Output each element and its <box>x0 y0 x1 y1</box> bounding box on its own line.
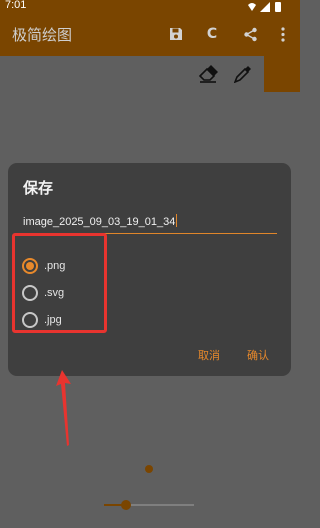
filename-input[interactable]: image_2025_09_03_19_01_34 <box>23 210 277 234</box>
cancel-button[interactable]: 取消 <box>198 347 220 363</box>
battery-icon <box>275 2 281 12</box>
share-icon[interactable] <box>241 25 259 43</box>
wifi-icon <box>248 3 256 11</box>
filename-text: image_2025_09_03_19_01_34 <box>23 216 176 228</box>
status-icons <box>248 2 281 12</box>
status-bar: 7:01 <box>0 0 300 14</box>
text-caret <box>176 214 178 227</box>
app-bar: 极简绘图 C <box>0 14 300 56</box>
brush-size-slider-thumb[interactable] <box>121 500 131 510</box>
more-vert-icon[interactable] <box>274 25 292 43</box>
clear-icon[interactable]: C <box>203 25 221 43</box>
app-title: 极简绘图 <box>12 26 73 44</box>
annotation-arrow <box>56 370 71 446</box>
save-icon[interactable] <box>167 25 185 43</box>
color-picker-icon[interactable] <box>232 63 254 85</box>
confirm-button[interactable]: 确认 <box>247 347 269 363</box>
color-swatch[interactable] <box>264 56 300 92</box>
status-time: 7:01 <box>5 0 27 11</box>
brush-preview-dot <box>145 465 153 473</box>
dialog-title: 保存 <box>23 179 54 197</box>
signal-icon <box>260 2 270 12</box>
eraser-icon[interactable] <box>197 63 219 85</box>
annotation-highlight-box <box>12 233 107 333</box>
